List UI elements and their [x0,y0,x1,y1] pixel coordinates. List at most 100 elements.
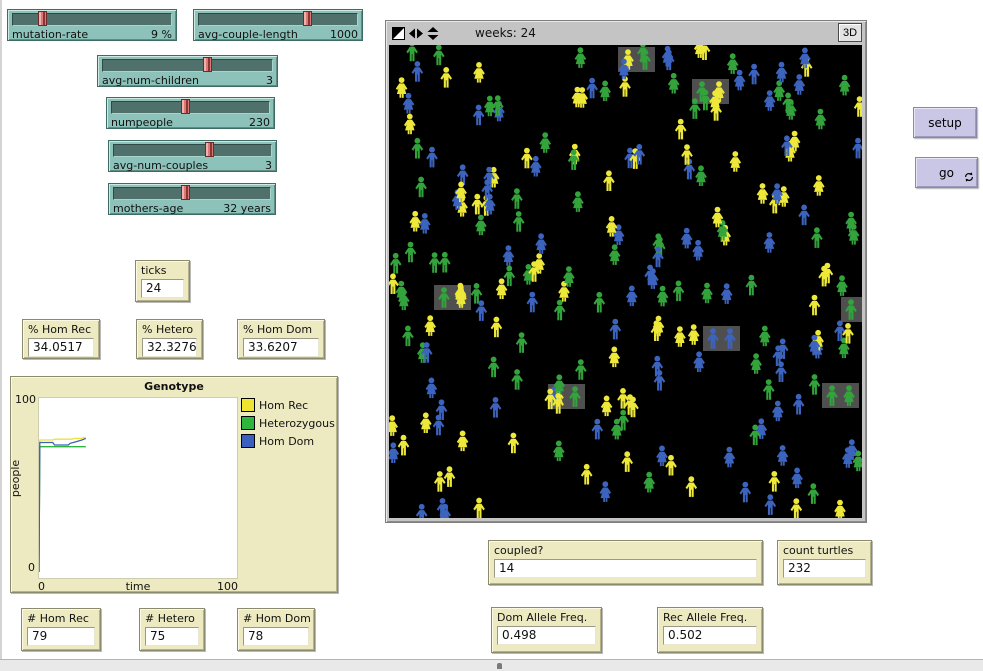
legend-label: Heterozygous [259,417,335,430]
person-glyph [581,464,593,485]
slider-track[interactable] [12,13,172,26]
person-glyph [405,242,417,263]
person-glyph [815,109,827,130]
plot-canvas [39,398,237,578]
person-glyph [433,45,445,65]
monitor-label: coupled? [494,544,757,557]
slider-mothers-age[interactable]: mothers-age32 years [108,183,276,215]
person-glyph [734,70,746,91]
person-glyph [426,378,438,399]
legend-label: Hom Dom [259,435,314,448]
monitor-value: 75 [145,627,199,646]
monitor-value: 33.6207 [243,338,319,357]
person-glyph [838,338,850,359]
vertical-cycle-icon[interactable] [427,27,439,40]
legend-label: Hom Rec [259,399,308,412]
person-glyph [535,233,547,254]
person-glyph [626,286,638,307]
person-glyph [419,213,431,234]
slider-label: mothers-age [113,202,183,215]
slider-value: 230 [249,116,270,129]
person-glyph [390,253,402,274]
person-glyph [600,481,612,502]
monitor-value: 32.3276 [142,338,197,357]
person-glyph [457,164,469,185]
person-glyph [621,451,633,472]
plot-line-hom-dom [39,438,86,572]
slider-handle[interactable] [205,142,214,157]
person-glyph [834,500,846,518]
person-glyph [656,446,668,467]
slider-handle[interactable] [181,99,190,114]
world-canvas[interactable] [389,45,862,518]
slider-label: numpeople [111,116,173,129]
monitor-value: 34.0517 [28,338,94,357]
genotype-plot: Genotype 100 0 people 0 100 time Hom Rec… [10,376,338,593]
person-glyph [527,292,539,313]
monitor-label: % Hetero [142,323,197,336]
y-axis-tick-max: 100 [15,393,35,406]
slider-avg-couple-length[interactable]: avg-couple-length1000 [193,9,363,41]
person-glyph [794,74,806,95]
go-button-label: go [939,166,954,180]
person-glyph [643,472,655,493]
slider-numpeople[interactable]: numpeople 230 [106,97,275,129]
person-glyph [791,498,803,518]
monitor-label: # Hom Dom [243,612,309,625]
slider-handle[interactable] [303,11,312,26]
person-glyph [854,96,862,117]
person-glyph [554,300,566,321]
monitor-rec-allele-freq: Rec Allele Freq. 0.502 [657,607,763,653]
slider-avg-num-children[interactable]: avg-num-children3 [97,55,278,87]
person-glyph [764,232,776,253]
slider-track[interactable] [113,144,272,157]
person-glyph [396,77,408,98]
monitor-ticks: ticks 24 [135,260,190,302]
slider-track[interactable] [198,13,358,26]
person-glyph [473,62,485,83]
slider-label: avg-couple-length [198,28,298,41]
person-glyph [695,165,707,186]
slider-handle[interactable] [181,185,190,200]
slider-handle[interactable] [203,57,212,72]
person-glyph [402,326,414,347]
person-glyph [424,315,436,336]
monitor-label: count turtles [783,544,866,557]
person-glyph [521,148,533,169]
person-glyph [748,64,760,85]
person-glyph [473,498,485,518]
person-glyph [657,286,669,307]
legend-item: Hom Rec [241,398,335,412]
monitor-label: # Hom Rec [27,612,95,625]
monitor-count-turtles: count turtles 232 [777,540,872,585]
person-glyph [791,468,803,489]
person-glyph [811,227,823,248]
person-glyph [663,50,675,71]
slider-track[interactable] [113,187,271,200]
person-glyph [721,283,733,304]
setup-button[interactable]: setup [913,107,977,138]
person-glyph [504,266,516,287]
view-3d-button[interactable]: 3D [838,23,862,42]
slider-avg-num-couples[interactable]: avg-num-couples3 [108,140,277,172]
person-glyph [617,388,629,409]
person-glyph [813,175,825,196]
legend-item: Hom Dom [241,434,335,448]
horizontal-cycle-icon[interactable] [409,28,423,39]
slider-label: mutation-rate [12,28,88,41]
plot-line-hom-rec [39,438,86,573]
person-glyph [609,244,621,265]
slider-handle[interactable] [38,11,47,26]
monitor-dom-allele-freq: Dom Allele Freq. 0.498 [491,607,602,653]
slider-track[interactable] [102,59,273,72]
slider-label: avg-num-couples [113,159,208,172]
resize-view-icon[interactable] [392,27,405,40]
slider-track[interactable] [111,101,270,114]
person-glyph [724,447,736,468]
person-glyph [412,138,424,159]
monitor-label: Dom Allele Freq. [497,611,596,624]
go-button[interactable]: go [915,157,978,188]
legend-swatch-hom-dom [241,434,255,448]
person-glyph [603,170,615,191]
slider-mutation-rate[interactable]: mutation-rate9 % [7,9,177,41]
